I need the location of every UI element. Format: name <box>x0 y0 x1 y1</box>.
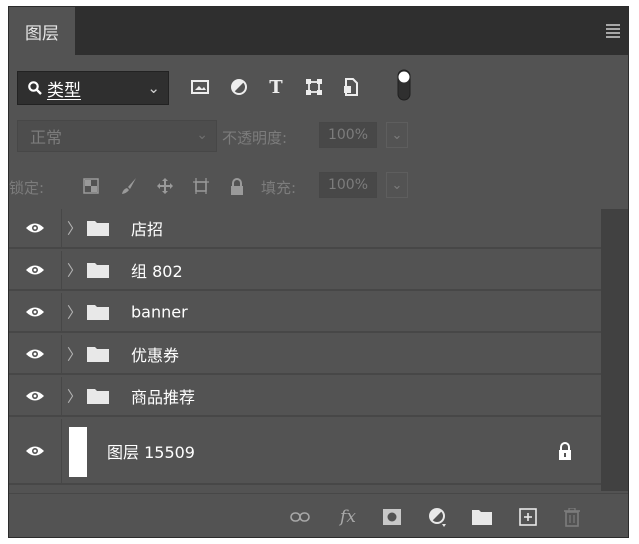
link-icon[interactable] <box>289 506 311 528</box>
layer-name[interactable]: banner <box>131 303 188 322</box>
folder-icon <box>87 347 109 362</box>
opacity-input[interactable]: 100% <box>319 122 377 148</box>
layers-panel: 图层 类型 ⌄ T 正常 ⌄ 不透明度: 100% ⌄ 锁定: 填充: 100%… <box>8 6 629 538</box>
visibility-toggle[interactable] <box>9 251 62 289</box>
layer-name[interactable]: 组 802 <box>131 258 183 282</box>
tab-bar: 图层 <box>9 7 628 55</box>
eye-icon <box>26 307 44 317</box>
search-icon <box>28 81 42 95</box>
fill-input[interactable]: 100% <box>319 172 377 198</box>
blend-mode-select[interactable]: 正常 ⌄ <box>17 120 217 152</box>
expand-arrow-icon[interactable]: 〉 <box>67 260 82 281</box>
eye-icon <box>26 391 44 401</box>
opacity-dropdown-button[interactable]: ⌄ <box>386 122 408 148</box>
visibility-toggle[interactable] <box>9 209 62 247</box>
eye-icon <box>26 446 44 456</box>
folder-icon <box>87 305 109 320</box>
blend-row: 正常 ⌄ 不透明度: 100% ⌄ <box>9 117 628 157</box>
filter-row: 类型 ⌄ T <box>9 67 628 107</box>
adjustment-icon[interactable] <box>427 506 449 528</box>
adjustment-filter-icon[interactable] <box>228 76 250 98</box>
lock-artboard-icon[interactable] <box>191 176 211 196</box>
layer-row[interactable]: 〉 商品推荐 <box>9 377 601 417</box>
lock-all-icon[interactable] <box>227 176 247 196</box>
opacity-label: 不透明度: <box>222 129 288 147</box>
image-filter-icon[interactable] <box>189 76 211 98</box>
blend-mode-value: 正常 <box>30 128 63 147</box>
filter-toggle-icon[interactable] <box>397 69 411 101</box>
layer-row[interactable]: 〉 banner <box>9 293 601 333</box>
tab-layers[interactable]: 图层 <box>9 7 75 55</box>
new-layer-icon[interactable] <box>517 506 539 528</box>
expand-arrow-icon[interactable]: 〉 <box>67 218 82 239</box>
layer-thumbnail[interactable] <box>69 427 87 477</box>
fill-dropdown-button[interactable]: ⌄ <box>386 172 408 198</box>
layers-scrollbar[interactable] <box>601 209 628 491</box>
lock-label: 锁定: <box>9 179 45 197</box>
filter-type-label: 类型 <box>47 80 81 101</box>
lock-image-pixels-icon[interactable] <box>119 176 139 196</box>
chevron-down-icon: ⌄ <box>196 127 208 143</box>
layer-row[interactable]: 〉 店招 <box>9 209 601 249</box>
eye-icon <box>26 223 44 233</box>
eye-icon <box>26 265 44 275</box>
fx-icon[interactable]: fx <box>337 506 359 528</box>
mask-icon[interactable] <box>381 506 403 528</box>
layer-row[interactable]: 〉 组 802 <box>9 251 601 291</box>
smart-object-filter-icon[interactable] <box>340 76 362 98</box>
filter-type-select[interactable]: 类型 ⌄ <box>17 71 169 105</box>
folder-icon <box>87 389 109 404</box>
folder-icon <box>87 221 109 236</box>
folder-icon <box>87 263 109 278</box>
chevron-down-icon: ⌄ <box>391 177 403 193</box>
layer-name[interactable]: 图层 15509 <box>107 439 195 463</box>
lock-icon <box>559 442 571 460</box>
layers-list: 〉 店招 〉 组 802 〉 banner 〉 优惠券 〉 商品推荐 图层 15… <box>9 209 601 491</box>
layer-name[interactable]: 店招 <box>131 216 163 240</box>
layer-row[interactable]: 图层 15509 <box>9 419 601 485</box>
trash-icon[interactable] <box>561 506 583 528</box>
lock-position-icon[interactable] <box>155 176 175 196</box>
expand-arrow-icon[interactable]: 〉 <box>67 302 82 323</box>
expand-arrow-icon[interactable]: 〉 <box>67 344 82 365</box>
new-group-icon[interactable] <box>471 506 493 528</box>
chevron-down-icon: ⌄ <box>147 79 160 97</box>
lock-row: 锁定: 填充: 100% ⌄ <box>9 167 628 207</box>
panel-menu-icon[interactable] <box>606 24 620 38</box>
layer-name[interactable]: 优惠券 <box>131 342 179 366</box>
layer-name[interactable]: 商品推荐 <box>131 384 195 408</box>
fill-label: 填充: <box>261 179 297 197</box>
visibility-toggle[interactable] <box>9 377 62 415</box>
expand-arrow-icon[interactable]: 〉 <box>67 386 82 407</box>
eye-icon <box>26 349 44 359</box>
bottom-toolbar: fx <box>9 493 628 537</box>
lock-transparent-pixels-icon[interactable] <box>81 176 101 196</box>
visibility-toggle[interactable] <box>9 419 62 483</box>
visibility-toggle[interactable] <box>9 293 62 331</box>
visibility-toggle[interactable] <box>9 335 62 373</box>
type-filter-icon[interactable]: T <box>265 76 287 98</box>
shape-filter-icon[interactable] <box>303 76 325 98</box>
layer-row[interactable]: 〉 优惠券 <box>9 335 601 375</box>
chevron-down-icon: ⌄ <box>391 127 403 143</box>
